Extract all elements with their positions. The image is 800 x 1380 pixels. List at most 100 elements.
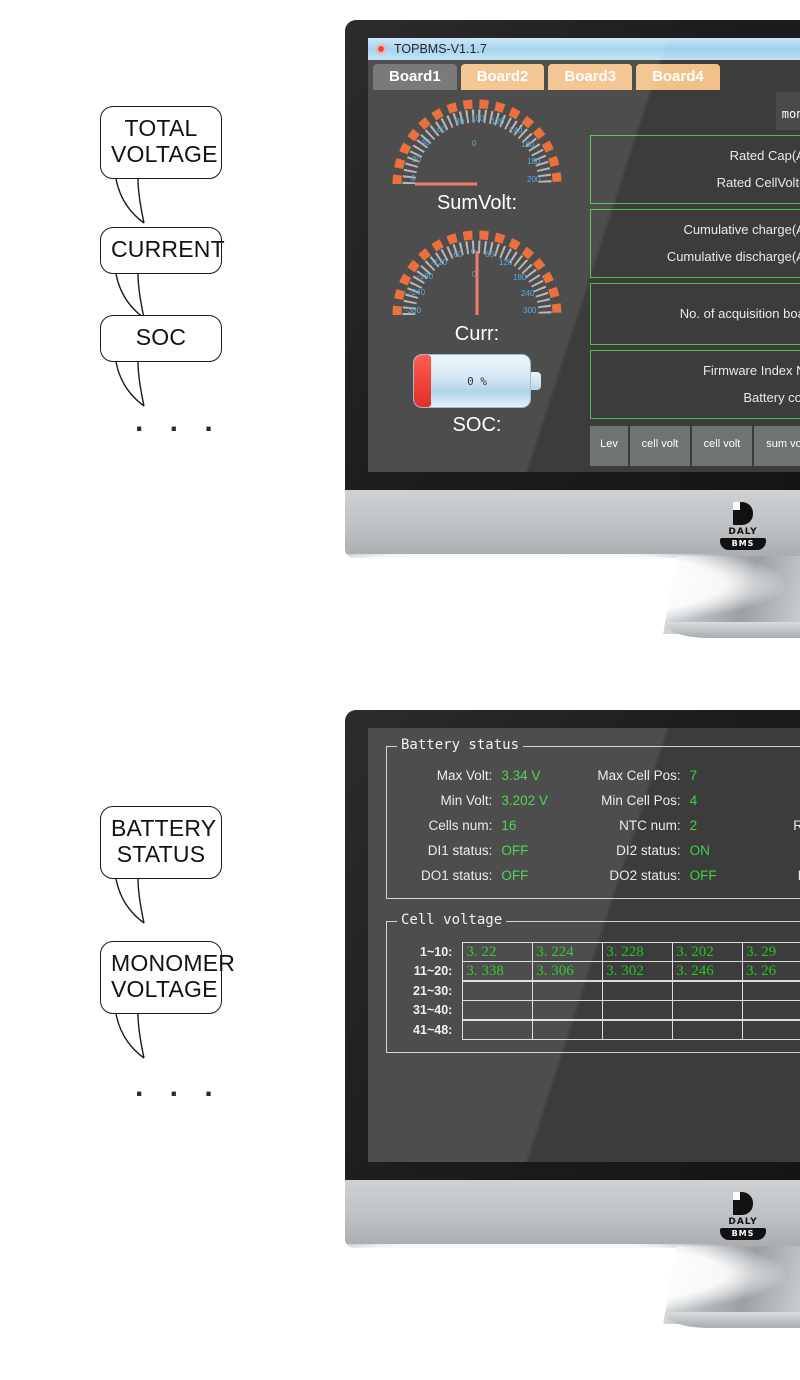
callout-monomer-voltage: MONOMER VOLTAGE	[100, 941, 235, 1059]
svg-text:20: 20	[412, 155, 421, 164]
cell-value: 3. 26	[742, 961, 800, 981]
tab-board2[interactable]: Board2	[460, 64, 545, 90]
cell-value: 3. 202	[672, 941, 743, 962]
monitor-top: TOPBMS-V1.1.7 Board1 Board2 Board3 Board…	[345, 20, 800, 650]
stat-max-volt-label: Max Volt:	[436, 768, 493, 783]
field-cumulative-discharge: Cumulative discharge(Ah): 0	[591, 243, 800, 270]
stat-do1-label: DO1 status:	[421, 868, 493, 883]
cell-value	[602, 980, 673, 1001]
stat-di1-label: DI1 status:	[427, 843, 493, 858]
cell-row-label-3: 21~30:	[413, 983, 453, 998]
bms-badge: BMS	[720, 538, 766, 550]
monitor-bezel: TOPBMS-V1.1.7 Board1 Board2 Board3 Board…	[345, 20, 800, 490]
tab-board3[interactable]: Board3	[548, 64, 633, 90]
th-cell-volt-2: cell volt	[692, 425, 752, 466]
gauge-panel: 0 20 40 60 80 100 120 140 160 180 200 0 …	[368, 90, 586, 472]
gauge-soc-label: SOC:	[452, 414, 502, 436]
param-group-rated: Rated Cap(Ah): 60 Rated CellVolt(V): 3. …	[590, 134, 800, 204]
svg-text:-240: -240	[409, 288, 426, 297]
field-cumulative-discharge-label: Cumulative discharge(Ah):	[666, 248, 800, 264]
params-table-header: Lev cell volt cell volt sum vo	[590, 425, 800, 466]
soc-percent-label: 0 %	[467, 374, 487, 388]
stat-cells-num-label: Cells num:	[428, 818, 493, 833]
gauge-current-dial-icon: -300 -240 -180 -120 -60 0 60 120 180 240	[392, 230, 562, 316]
monitor-bottom: Battery status Max Volt: 3.34 V Min Volt…	[345, 710, 800, 1340]
battery-status-grid: Max Volt: 3.34 V Min Volt: 3.202 V Cells…	[387, 763, 800, 888]
callout-battery-status: BATTERY STATUS	[100, 806, 222, 924]
svg-text:80: 80	[455, 117, 464, 126]
field-battery-code: Battery code:	[591, 384, 800, 411]
stat-max-cell-pos: Max Cell Pos: 7	[575, 763, 763, 788]
cell-value	[742, 1000, 800, 1020]
field-acquisition-board-label: No. of acquisition board:	[679, 305, 800, 321]
svg-text:-180: -180	[417, 272, 434, 281]
battery-status-section: Battery status Max Volt: 3.34 V Min Volt…	[386, 737, 800, 899]
stat-min-volt-label: Min Volt:	[440, 793, 493, 808]
screen-battery-status: Battery status Max Volt: 3.34 V Min Volt…	[368, 728, 800, 1162]
stat-min-cell-pos-label: Min Cell Pos:	[601, 793, 681, 808]
cell-value: 3. 228	[602, 941, 673, 962]
cell-voltage-grid: 1~10: 3. 22 3. 224 3. 228 3. 202 3. 29 1…	[387, 941, 800, 1040]
stat-max-cell-pos-label: Max Cell Pos:	[597, 768, 681, 783]
gauge-current-label: Curr:	[454, 323, 500, 345]
stat-ntc-num-label: NTC num:	[619, 818, 681, 833]
callout-total-voltage: TOTAL VOLTAGE	[100, 106, 222, 224]
svg-text:40: 40	[421, 138, 430, 147]
daly-mark-icon	[733, 1192, 753, 1215]
svg-text:120: 120	[499, 258, 513, 267]
app-title: TOPBMS-V1.1.7	[394, 42, 487, 56]
stat-max-volt: Max Volt: 3.34 V	[387, 763, 575, 788]
cell-value	[672, 1000, 743, 1020]
stat-ntc-num: NTC num: 2	[575, 813, 763, 838]
gauge-sumvolt-dial-icon: 0 20 40 60 80 100 120 140 160 180 200 0	[392, 99, 562, 186]
cell-value	[462, 1019, 533, 1040]
param-group-firmware: Firmware Index No.: 2020061 Battery code…	[590, 349, 800, 419]
cell-value	[602, 1019, 673, 1040]
stat-max-volt-value: 3.34 V	[501, 768, 541, 783]
stat-min-temp-label: Min Temp:	[764, 793, 800, 808]
stat-di1: DI1 status: OFF	[387, 838, 575, 863]
stat-cells-num-value: 16	[501, 818, 517, 833]
stat-max-cell-pos-value: 7	[689, 768, 698, 783]
button-data-monitoring[interactable]: Data monitoring	[775, 92, 800, 130]
param-group-cumulative: Cumulative charge(Ah): 0 Cumulative disc…	[590, 208, 800, 278]
tab-board4[interactable]: Board4	[636, 64, 720, 90]
battery-status-column-3: Max Temp: 6 Min Temp: 6 Remain cap: 4	[764, 763, 800, 888]
mode-button-bar: Data monitoring Parameter settings	[586, 90, 800, 130]
callout-total-voltage-label: TOTAL VOLTAGE	[100, 106, 222, 179]
svg-text:-300: -300	[405, 306, 422, 315]
th-lev: Lev	[590, 425, 628, 466]
cell-value	[742, 980, 800, 1001]
cell-value: 3. 224	[532, 941, 603, 962]
field-battery-code-label: Battery code:	[743, 389, 800, 405]
callout-battery-status-label: BATTERY STATUS	[100, 806, 222, 879]
svg-text:240: 240	[521, 289, 535, 298]
stat-do2-label: DO2 status:	[609, 868, 681, 883]
field-cumulative-charge-label: Cumulative charge(Ah):	[683, 221, 800, 237]
stat-max-temp: Max Temp: 6	[764, 763, 800, 788]
param-group-acquisition: No. of acquisition board: 1	[590, 282, 800, 345]
svg-text:200: 200	[527, 175, 541, 184]
callout-current-label: CURRENT	[100, 227, 225, 274]
soc-battery-icon: 0 %	[413, 354, 541, 408]
page-root: TOTAL VOLTAGE CURRENT SOC . . . TOPBMS-V…	[0, 0, 800, 1380]
monitor-bezel-2: Battery status Max Volt: 3.34 V Min Volt…	[345, 710, 800, 1180]
field-rated-cap: Rated Cap(Ah): 60	[591, 142, 800, 169]
callout-monomer-voltage-label: MONOMER VOLTAGE	[100, 941, 235, 1014]
stat-do3: DO3 status: O	[764, 863, 800, 888]
svg-text:60: 60	[437, 125, 446, 134]
callout-ellipsis: . . .	[135, 405, 222, 438]
battery-status-column-2: Max Cell Pos: 7 Min Cell Pos: 4 NTC num:…	[575, 763, 763, 888]
svg-text:60: 60	[485, 250, 494, 259]
tab-board1[interactable]: Board1	[373, 64, 457, 90]
svg-text:180: 180	[527, 157, 541, 166]
cell-value: 3. 338	[462, 961, 533, 981]
svg-text:0: 0	[471, 247, 476, 256]
bms-badge: BMS	[720, 1228, 766, 1240]
cell-value: 3. 29	[742, 941, 800, 962]
cell-voltage-section: Cell voltage 1~10: 3. 22 3. 224 3. 228 3…	[386, 912, 800, 1053]
callout-soc-label: SOC	[100, 315, 222, 362]
table-row: 41~48:	[387, 1019, 800, 1040]
monitor-stand: DALY BMS	[345, 490, 800, 650]
stat-di3-label: DI3 status:	[764, 843, 800, 858]
